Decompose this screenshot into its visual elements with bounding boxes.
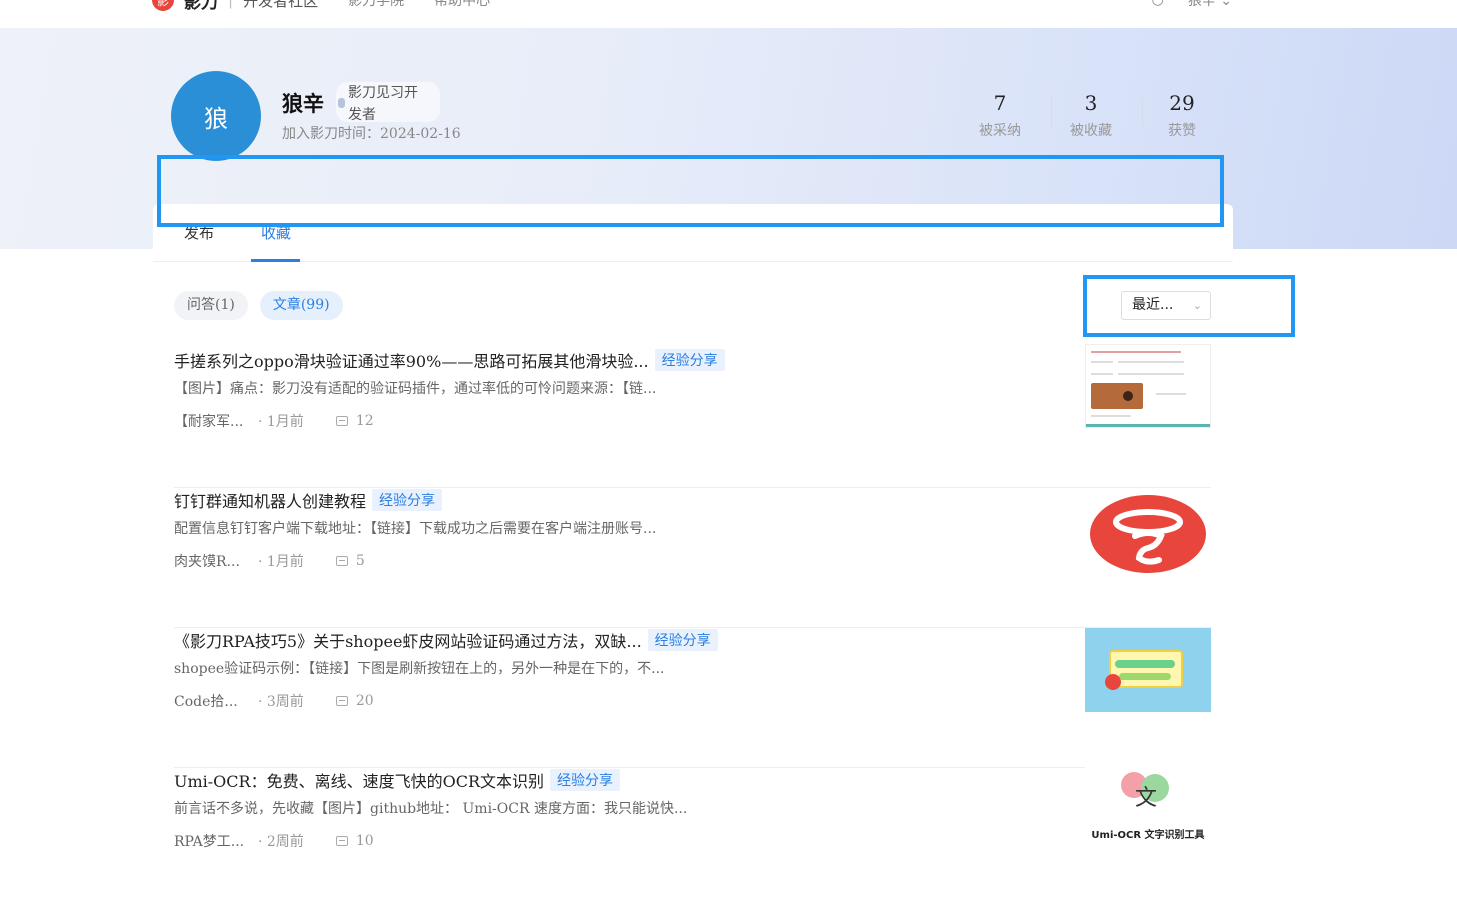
article-comments: 20 bbox=[335, 693, 374, 709]
article-author[interactable]: 【耐家军... bbox=[174, 411, 258, 431]
article-meta: 肉夹馍R... · 1月前 5 bbox=[174, 551, 365, 571]
article-tag[interactable]: 经验分享 bbox=[372, 489, 443, 511]
article-time: · 1月前 bbox=[258, 414, 304, 430]
article-meta: RPA梦工... · 2周前 10 bbox=[174, 831, 374, 851]
chevron-down-icon: ⌄ bbox=[1192, 299, 1202, 312]
stat-collected: 3 被收藏 bbox=[1051, 90, 1131, 140]
comment-count: 12 bbox=[355, 413, 374, 429]
filter-qa[interactable]: 问答(1) bbox=[174, 291, 248, 320]
stat-adopted: 7 被采纳 bbox=[960, 90, 1040, 140]
stat-value: 7 bbox=[993, 91, 1007, 115]
stat-value: 3 bbox=[1084, 91, 1098, 115]
article-author[interactable]: RPA梦工... bbox=[174, 831, 258, 851]
article-title[interactable]: Umi-OCR：免费、离线、速度飞快的OCR文本识别 bbox=[174, 768, 544, 792]
brand-name[interactable]: 影刀 bbox=[184, 0, 218, 13]
captcha-image bbox=[1091, 383, 1143, 409]
avatar[interactable]: 狼 bbox=[171, 71, 261, 161]
article-tag[interactable]: 经验分享 bbox=[550, 769, 620, 791]
nav-user-menu[interactable]: 狼辛 ⌄ bbox=[1188, 0, 1232, 10]
bell-icon[interactable]: ○ bbox=[1152, 0, 1164, 8]
filter-articles[interactable]: 文章(99) bbox=[259, 291, 343, 320]
article-author[interactable]: Code拾... bbox=[174, 691, 258, 711]
stat-label: 获赞 bbox=[1168, 123, 1196, 139]
content-card: 发布 收藏 问答(1) 文章(99) 最近... ⌄ 手搓系列之oppo滑块验证… bbox=[153, 204, 1233, 904]
join-date: 加入影刀时间：2024-02-16 bbox=[282, 126, 461, 142]
list-item[interactable]: 《影刀RPA技巧5》关于shopee虾皮网站验证码通过方法，双缺... 经验分享… bbox=[174, 628, 1211, 768]
article-tag[interactable]: 经验分享 bbox=[654, 349, 725, 371]
article-title[interactable]: 《影刀RPA技巧5》关于shopee虾皮网站验证码通过方法，双缺... bbox=[174, 628, 642, 652]
article-title-row: 《影刀RPA技巧5》关于shopee虾皮网站验证码通过方法，双缺... 经验分享 bbox=[174, 628, 718, 652]
article-meta: 【耐家军... · 1月前 12 bbox=[174, 411, 374, 431]
sort-dropdown[interactable]: 最近... ⌄ bbox=[1121, 291, 1211, 320]
comment-icon bbox=[335, 416, 348, 426]
article-summary: 前言话不多说，先收藏【图片】github地址： Umi-OCR 速度方面：我只能… bbox=[174, 801, 688, 817]
comment-icon bbox=[335, 556, 348, 566]
article-title-row: 手搓系列之oppo滑块验证通过率90%——思路可拓展其他滑块验... 经验分享 bbox=[174, 348, 725, 372]
profile-name: 狼辛 bbox=[282, 91, 324, 116]
article-comments: 12 bbox=[335, 413, 374, 429]
stat-value: 29 bbox=[1169, 91, 1195, 115]
ocr-logo-icon: 文 bbox=[1135, 786, 1158, 811]
tab-bar: 发布 收藏 bbox=[153, 204, 1233, 262]
filter-pills: 问答(1) 文章(99) bbox=[174, 291, 343, 320]
stat-likes: 29 获赞 bbox=[1142, 90, 1222, 140]
nav-section[interactable]: 开发者社区 bbox=[243, 0, 318, 11]
comment-count: 5 bbox=[355, 553, 365, 569]
logo-icon[interactable]: 影 bbox=[152, 0, 174, 11]
thumb-caption: Umi-OCR 文字识别工具 bbox=[1091, 830, 1205, 841]
article-summary: shopee验证码示例：【链接】下图是刷新按钮在上的，另外一种是在下的，不... bbox=[174, 661, 665, 677]
badge-line-1: 影刀见习开 bbox=[348, 85, 418, 101]
top-nav-left: 影 影刀 | 开发者社区 影刀学院 帮助中心 bbox=[152, 0, 490, 13]
comment-icon bbox=[335, 696, 348, 706]
stat-label: 被收藏 bbox=[1070, 123, 1112, 139]
article-comments: 10 bbox=[335, 833, 374, 849]
article-time: · 2周前 bbox=[258, 834, 304, 850]
article-thumbnail[interactable] bbox=[1085, 344, 1211, 428]
comment-icon bbox=[335, 836, 348, 846]
article-time: · 1月前 bbox=[258, 554, 304, 570]
top-nav-right: ○ 狼辛 ⌄ bbox=[1152, 0, 1232, 10]
article-title-row: 钉钉群通知机器人创建教程 经验分享 bbox=[174, 488, 443, 512]
list-item[interactable]: Umi-OCR：免费、离线、速度飞快的OCR文本识别 经验分享 前言话不多说，先… bbox=[174, 764, 1211, 908]
tab-published[interactable]: 发布 bbox=[184, 222, 214, 243]
article-tag[interactable]: 经验分享 bbox=[647, 629, 718, 651]
level-badge: 影刀见习开 发者 bbox=[336, 82, 440, 123]
article-time: · 3周前 bbox=[258, 694, 304, 710]
article-summary: 配置信息钉钉客户端下载地址：【链接】下载成功之后需要在客户端注册账号... bbox=[174, 521, 657, 537]
list-item[interactable]: 手搓系列之oppo滑块验证通过率90%——思路可拓展其他滑块验... 经验分享 … bbox=[174, 344, 1211, 488]
yingdao-logo-icon bbox=[1090, 495, 1206, 573]
article-thumbnail[interactable] bbox=[1085, 628, 1211, 712]
article-title[interactable]: 钉钉群通知机器人创建教程 bbox=[174, 488, 366, 512]
comment-count: 10 bbox=[355, 833, 374, 849]
nav-separator: | bbox=[228, 0, 234, 9]
article-title[interactable]: 手搓系列之oppo滑块验证通过率90%——思路可拓展其他滑块验... bbox=[174, 348, 649, 372]
tab-favorites[interactable]: 收藏 bbox=[261, 222, 291, 243]
article-title-row: Umi-OCR：免费、离线、速度飞快的OCR文本识别 经验分享 bbox=[174, 768, 620, 792]
nav-link-academy[interactable]: 影刀学院 bbox=[348, 0, 404, 10]
stat-label: 被采纳 bbox=[979, 123, 1021, 139]
top-nav: 影 影刀 | 开发者社区 影刀学院 帮助中心 ○ 狼辛 ⌄ bbox=[0, 0, 1457, 28]
article-meta: Code拾... · 3周前 20 bbox=[174, 691, 374, 711]
article-thumbnail[interactable] bbox=[1085, 492, 1211, 576]
article-author[interactable]: 肉夹馍R... bbox=[174, 551, 258, 571]
logo-pin-icon bbox=[1105, 674, 1121, 690]
comment-count: 20 bbox=[355, 693, 374, 709]
sort-selected-value: 最近... bbox=[1132, 297, 1174, 313]
tab-active-indicator bbox=[251, 259, 300, 262]
list-item[interactable]: 钉钉群通知机器人创建教程 经验分享 配置信息钉钉客户端下载地址：【链接】下载成功… bbox=[174, 488, 1211, 628]
badge-dot-icon bbox=[338, 98, 345, 108]
article-comments: 5 bbox=[335, 553, 365, 569]
article-thumbnail[interactable]: 文 Umi-OCR 文字识别工具 bbox=[1085, 764, 1211, 848]
nav-link-help[interactable]: 帮助中心 bbox=[434, 0, 490, 10]
article-summary: 【图片】痛点：影刀没有适配的验证码插件，通过率低的可怜问题来源：【链... bbox=[174, 381, 657, 397]
